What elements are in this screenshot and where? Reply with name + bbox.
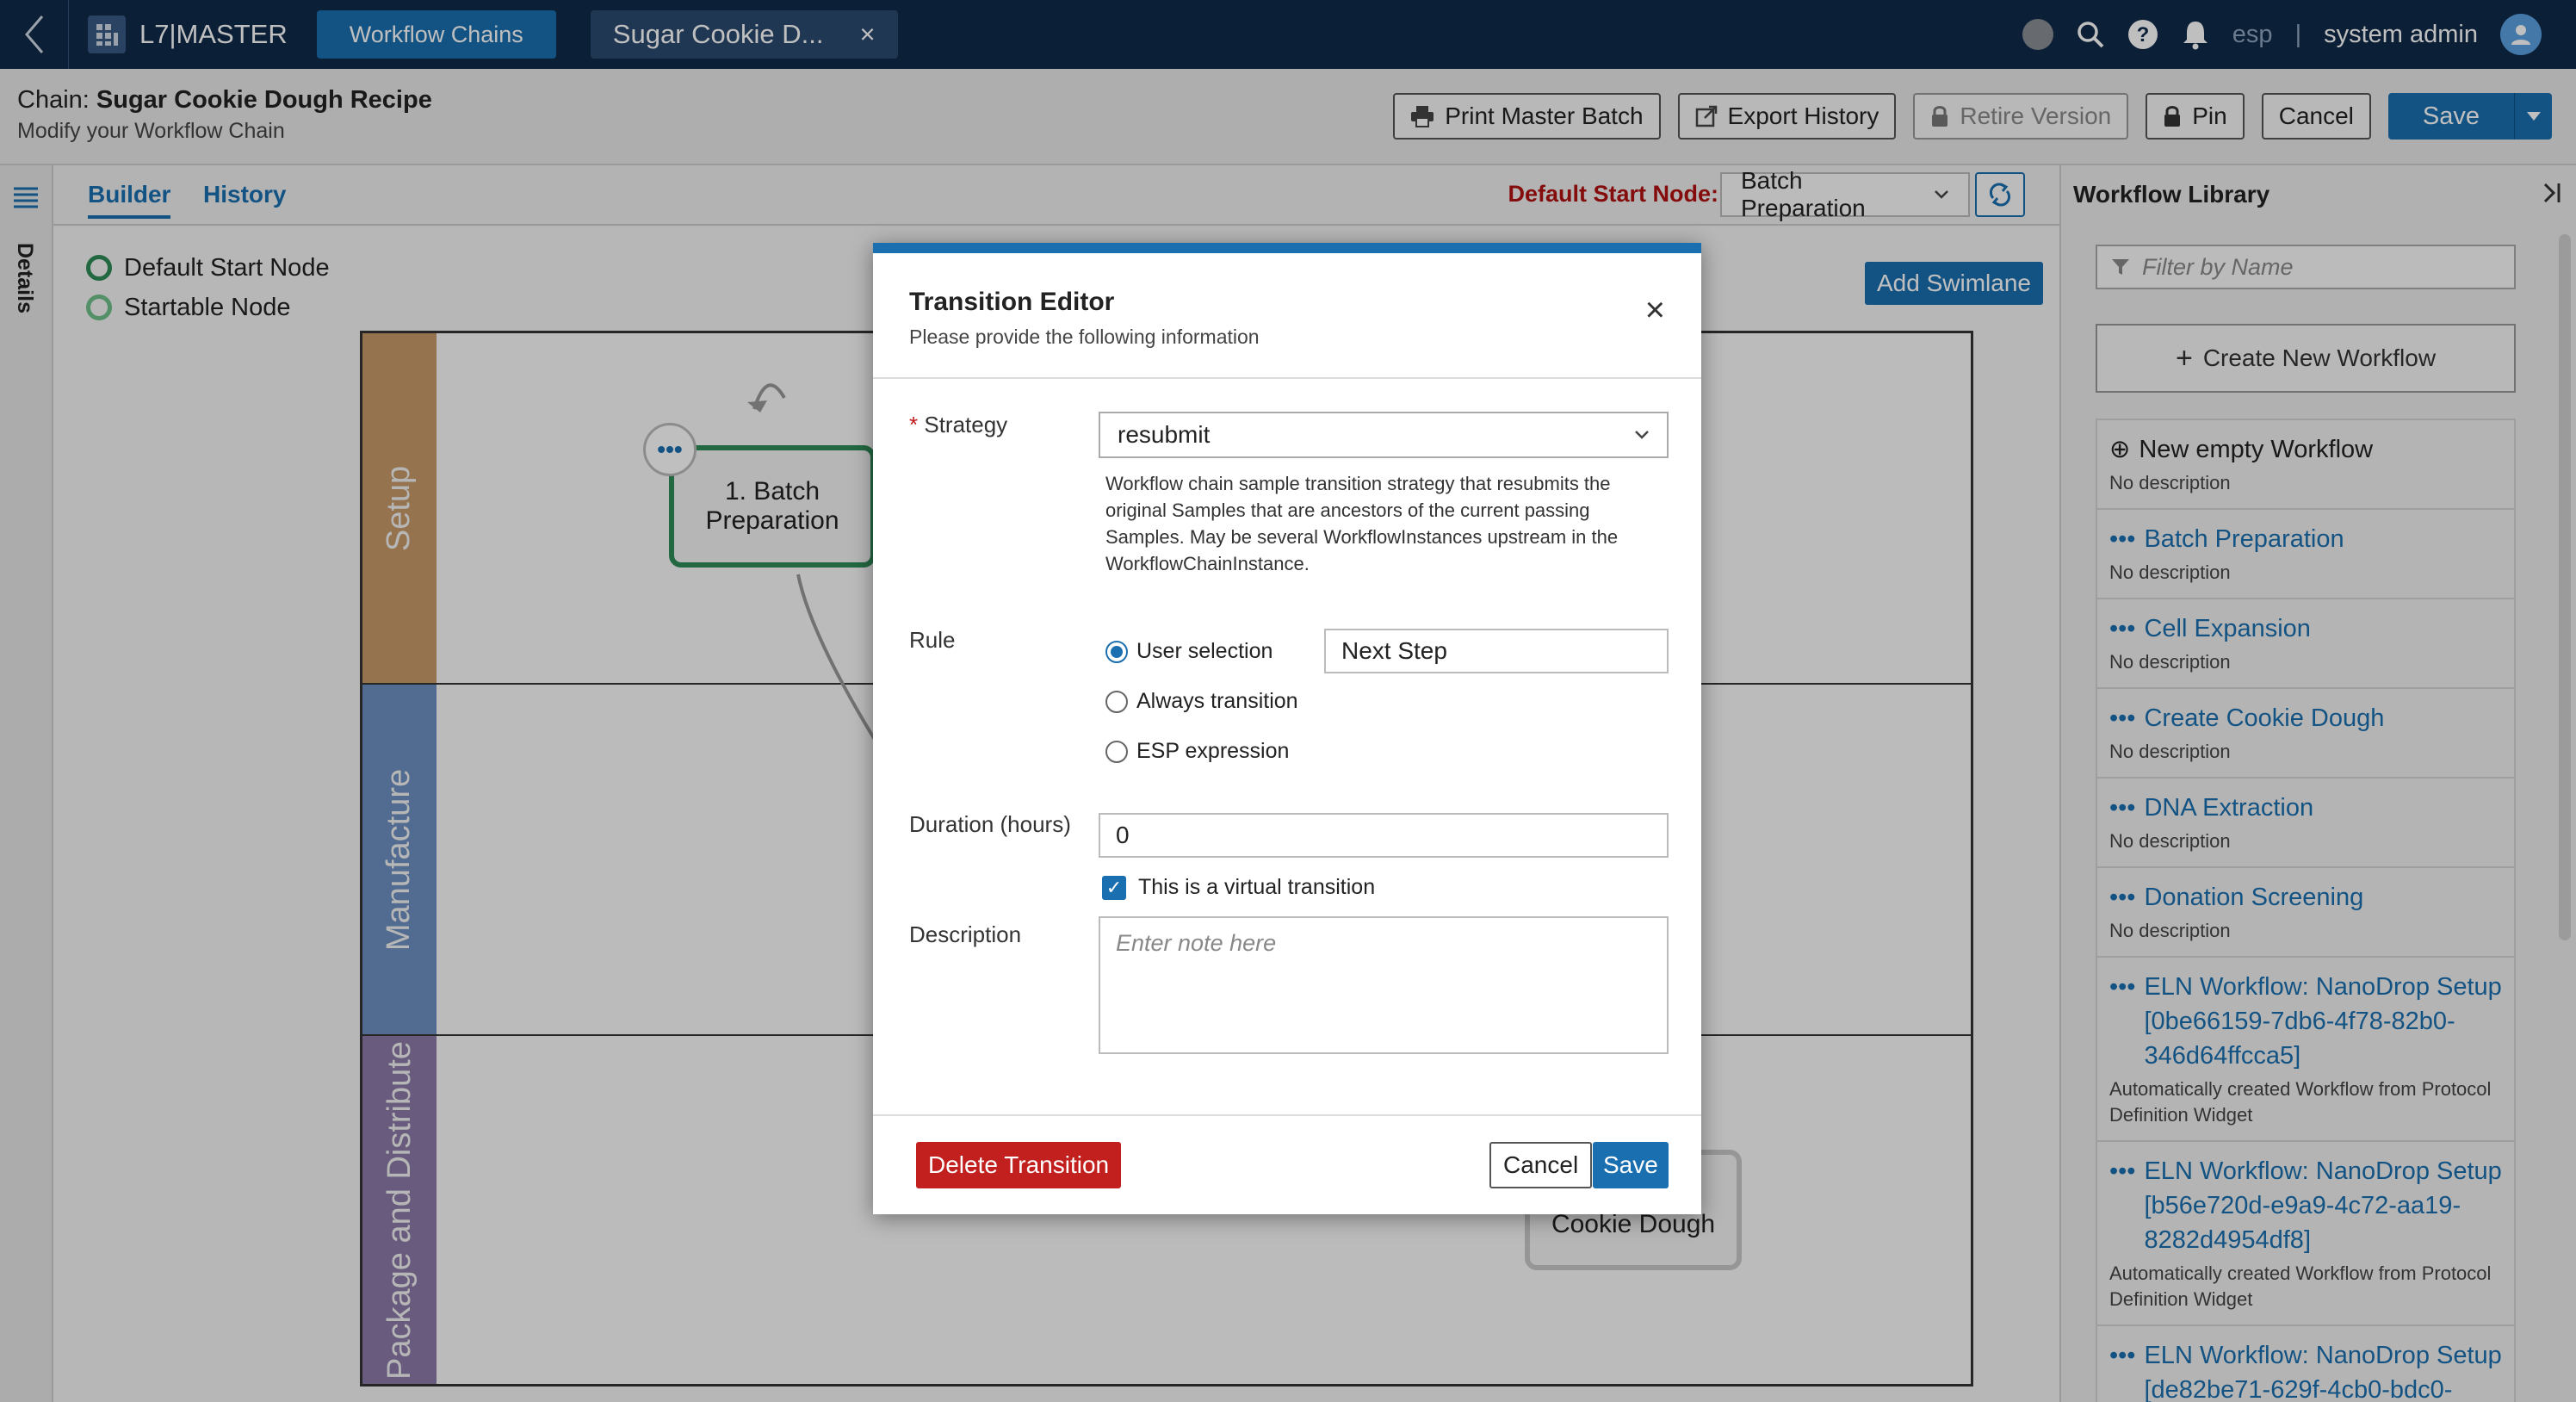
next-step-input[interactable]: Next Step	[1324, 629, 1669, 673]
description-label: Description	[909, 921, 1022, 947]
transition-editor-dialog: Transition Editor Please provide the fol…	[873, 243, 1701, 1214]
dialog-title: Transition Editor	[909, 288, 1115, 316]
duration-label: Duration (hours)	[909, 811, 1071, 837]
chevron-down-icon	[1635, 431, 1649, 439]
radio-button[interactable]	[1105, 740, 1128, 763]
virtual-transition-checkbox[interactable]: ✓ This is a virtual transition	[1102, 875, 1375, 900]
radio-label: Always transition	[1136, 689, 1298, 713]
divider	[873, 1114, 1701, 1116]
duration-input[interactable]: 0	[1099, 813, 1669, 858]
strategy-value: resubmit	[1118, 421, 1211, 448]
strategy-label: * Strategy	[909, 412, 1007, 438]
description-placeholder: Enter note here	[1116, 930, 1277, 956]
close-icon[interactable]: ×	[1645, 291, 1665, 330]
checkbox-label: This is a virtual transition	[1138, 875, 1376, 899]
checkbox-checked-icon[interactable]: ✓	[1102, 875, 1126, 900]
rule-option-esp-expression[interactable]: ESP expression	[1105, 739, 1289, 764]
radio-button[interactable]	[1105, 640, 1128, 663]
delete-transition-button[interactable]: Delete Transition	[916, 1142, 1122, 1188]
radio-button[interactable]	[1105, 690, 1128, 713]
rule-option-always[interactable]: Always transition	[1105, 689, 1298, 714]
dialog-cancel-button[interactable]: Cancel	[1489, 1142, 1593, 1188]
strategy-label-text: Strategy	[924, 412, 1008, 437]
required-mark: *	[909, 412, 919, 437]
rule-label: Rule	[909, 627, 956, 653]
duration-value: 0	[1116, 822, 1130, 848]
radio-label: ESP expression	[1136, 739, 1290, 763]
dialog-save-button[interactable]: Save	[1593, 1142, 1669, 1188]
radio-label: User selection	[1136, 639, 1273, 663]
description-textarea[interactable]: Enter note here	[1099, 916, 1669, 1054]
next-step-value: Next Step	[1341, 637, 1447, 664]
rule-option-user-selection[interactable]: User selection	[1105, 639, 1273, 664]
divider	[873, 377, 1701, 379]
strategy-help-text: Workflow chain sample transition strateg…	[1105, 473, 1619, 574]
strategy-select[interactable]: resubmit	[1099, 412, 1669, 458]
dialog-subtitle: Please provide the following information	[909, 326, 1260, 348]
